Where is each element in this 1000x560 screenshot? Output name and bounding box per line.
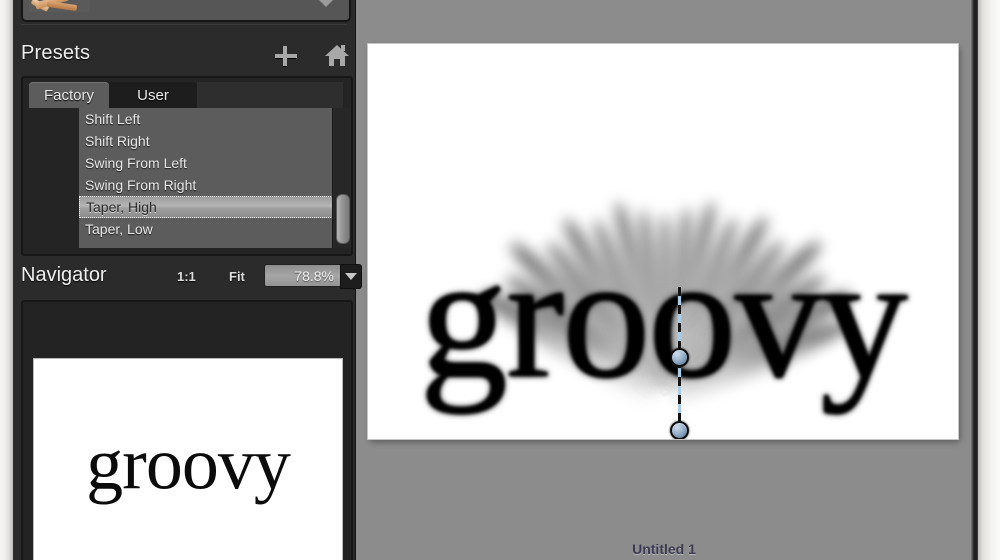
application-window: groovy groovy Untitled 1 Presets Factory… xyxy=(0,0,1000,560)
preset-list-item[interactable]: Swing From Left xyxy=(79,152,343,174)
preset-list-item[interactable]: Taper, Low xyxy=(79,218,343,240)
left-dock-panel: Presets Factory User Shift Left Shift Rig… xyxy=(13,0,362,560)
preset-list-item[interactable]: Swing From Right xyxy=(79,174,343,196)
canvas-workspace[interactable]: groovy groovy Untitled 1 xyxy=(356,0,972,560)
window-right-shadow xyxy=(978,0,1000,560)
presets-list-scrollbar[interactable] xyxy=(332,108,351,248)
navigator-header: Navigator 1:1 Fit 78.8% xyxy=(13,258,362,298)
zoom-level-field[interactable]: 78.8% xyxy=(264,264,342,287)
plus-icon[interactable] xyxy=(274,44,298,68)
presets-header: Presets xyxy=(13,36,355,74)
chevron-down-icon[interactable] xyxy=(315,0,337,7)
navigator-preview[interactable]: groovy xyxy=(33,358,343,560)
chevron-down-icon xyxy=(345,273,357,280)
document-canvas[interactable]: groovy groovy xyxy=(368,44,958,439)
blur-center-handle[interactable] xyxy=(670,348,689,367)
brush-preview-combobox[interactable] xyxy=(21,0,351,22)
navigator-panel[interactable]: groovy xyxy=(21,300,353,560)
preset-list-item[interactable]: Shift Right xyxy=(79,130,343,152)
blur-length-handle[interactable] xyxy=(670,421,689,439)
presets-tabbar: Factory User xyxy=(29,82,343,108)
tab-user[interactable]: User xyxy=(109,82,197,108)
navigator-preview-word: groovy xyxy=(86,423,291,506)
artwork-word-sharp: groovy xyxy=(419,220,909,415)
brush-stroke-thumbnail xyxy=(29,0,89,12)
presets-panel: Factory User Shift Left Shift Right Swing … xyxy=(21,76,353,256)
navigator-title: Navigator xyxy=(21,264,107,286)
artwork: groovy groovy xyxy=(368,44,958,439)
scrollbar-thumb[interactable] xyxy=(336,194,350,244)
preset-list-item[interactable]: Taper, High xyxy=(79,196,341,218)
presets-list[interactable]: Shift Left Shift Right Swing From Left Swin… xyxy=(79,108,343,248)
zoom-ratio-button[interactable]: 1:1 xyxy=(177,269,196,284)
tab-factory[interactable]: Factory xyxy=(29,82,109,108)
window-right-border xyxy=(971,0,978,560)
zoom-fit-button[interactable]: Fit xyxy=(229,269,245,284)
zoom-dropdown-button[interactable] xyxy=(340,264,362,289)
document-title-label: Untitled 1 xyxy=(632,541,696,557)
presets-title: Presets xyxy=(21,42,91,64)
tabbar-filler xyxy=(197,82,343,108)
window-left-shadow xyxy=(0,0,13,560)
panel-divider xyxy=(21,24,347,25)
preset-list-item[interactable]: Shift Left xyxy=(79,108,343,130)
home-icon[interactable] xyxy=(325,44,349,68)
